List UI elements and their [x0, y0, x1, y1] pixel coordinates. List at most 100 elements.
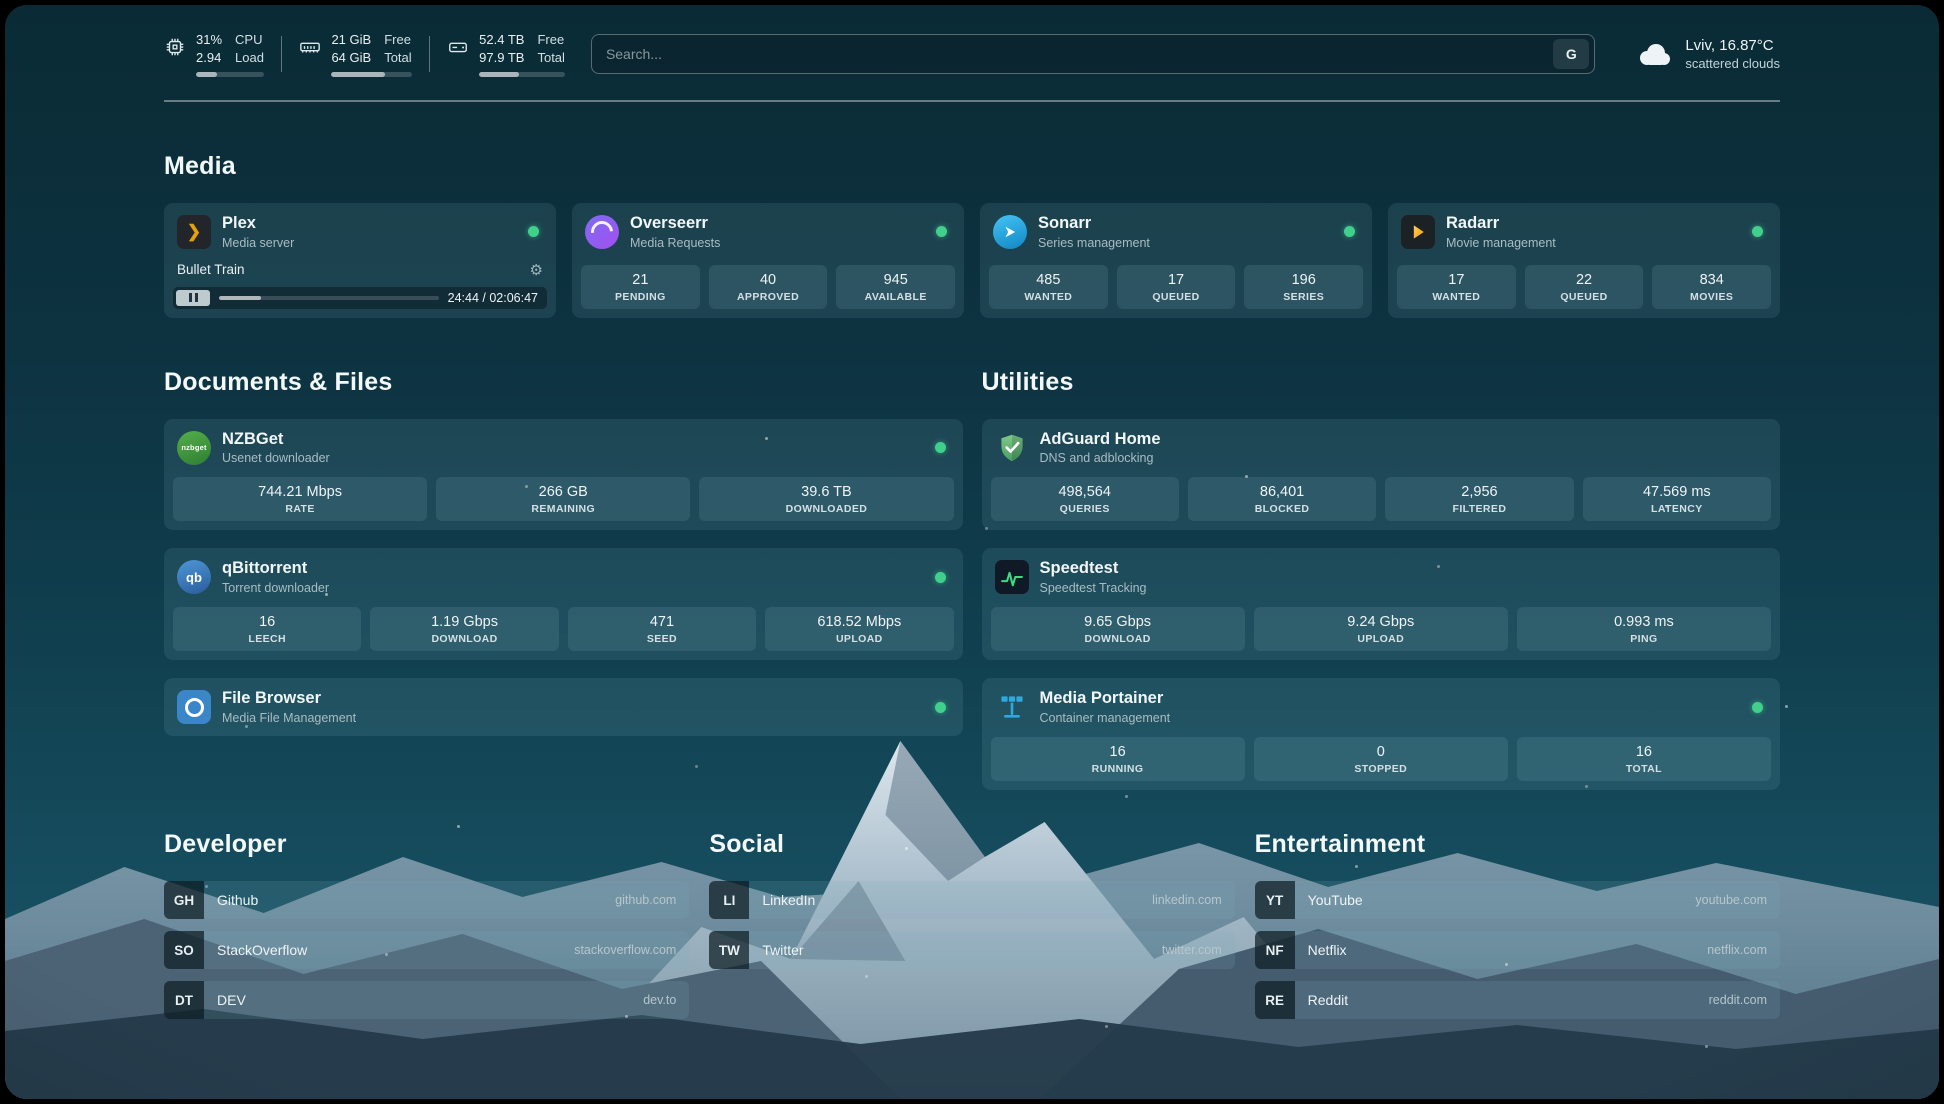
service-card-radarr: Radarr Movie management 17WANTED 22QUEUE…	[1388, 203, 1780, 318]
pause-button[interactable]	[176, 290, 210, 306]
stackoverflow-icon: SO	[164, 931, 204, 969]
service-name: Media Portainer	[1040, 689, 1171, 709]
bookmark-label: Github	[217, 892, 258, 908]
service-card-portainer: Media Portainer Container management 16R…	[982, 678, 1781, 790]
stat-queued: 22QUEUED	[1525, 265, 1644, 309]
service-description: Speedtest Tracking	[1040, 581, 1147, 595]
service-name: File Browser	[222, 689, 356, 709]
section-title-utilities: Utilities	[982, 368, 1781, 397]
bookmark-netflix[interactable]: NF Netflix netflix.com	[1255, 931, 1780, 969]
bookmark-url: linkedin.com	[1152, 893, 1221, 907]
disk-free-label: Free	[537, 31, 564, 49]
service-link-overseerr[interactable]: Overseerr Media Requests	[581, 212, 955, 252]
radarr-icon	[1401, 215, 1435, 249]
bookmark-url: reddit.com	[1709, 993, 1767, 1007]
stat-upload: 9.24 GbpsUPLOAD	[1254, 607, 1508, 651]
stat-filtered: 2,956FILTERED	[1385, 477, 1573, 521]
stat-stopped: 0STOPPED	[1254, 737, 1508, 781]
playback-progress-bar[interactable]	[219, 296, 439, 300]
search-provider-button[interactable]: G	[1553, 39, 1589, 69]
section-title-documents: Documents & Files	[164, 368, 963, 397]
bookmark-twitter[interactable]: TW Twitter twitter.com	[709, 931, 1234, 969]
bookmark-stackoverflow[interactable]: SO StackOverflow stackoverflow.com	[164, 931, 689, 969]
stat-wanted: 17WANTED	[1397, 265, 1516, 309]
service-description: Torrent downloader	[222, 581, 329, 595]
stat-seed: 471SEED	[568, 607, 756, 651]
bookmark-reddit[interactable]: RE Reddit reddit.com	[1255, 981, 1780, 1019]
status-dot	[528, 226, 539, 237]
cpu-icon	[164, 36, 186, 58]
stat-blocked: 86,401BLOCKED	[1188, 477, 1376, 521]
stat-download: 1.19 GbpsDOWNLOAD	[370, 607, 558, 651]
qbittorrent-icon: qb	[177, 560, 211, 594]
stat-leech: 16LEECH	[173, 607, 361, 651]
playback-time: 24:44 / 02:06:47	[448, 291, 538, 305]
service-card-filebrowser: File Browser Media File Management	[164, 678, 963, 736]
service-card-adguard: AdGuard Home DNS and adblocking 498,564Q…	[982, 419, 1781, 531]
service-link-sonarr[interactable]: Sonarr Series management	[989, 212, 1363, 252]
status-dot	[936, 226, 947, 237]
stat-upload: 618.52 MbpsUPLOAD	[765, 607, 953, 651]
bookmark-url: dev.to	[643, 993, 676, 1007]
divider	[429, 36, 431, 72]
filebrowser-icon	[177, 690, 211, 724]
bookmark-label: YouTube	[1308, 892, 1363, 908]
status-dot	[1752, 226, 1763, 237]
gear-icon[interactable]: ⚙	[530, 261, 543, 279]
bookmark-github[interactable]: GH Github github.com	[164, 881, 689, 919]
stat-total: 16TOTAL	[1517, 737, 1771, 781]
cloud-icon	[1633, 39, 1673, 69]
stat-running: 16RUNNING	[991, 737, 1245, 781]
adguard-icon	[995, 431, 1029, 465]
status-dot	[935, 702, 946, 713]
dashboard-screen: 31% 2.94 CPU Load	[5, 5, 1939, 1099]
disk-total-value: 97.9 TB	[479, 49, 524, 67]
weather-location: Lviv, 16.87°C	[1685, 37, 1780, 54]
service-link-portainer[interactable]: Media Portainer Container management	[991, 687, 1772, 727]
now-playing-title: Bullet Train	[177, 262, 245, 277]
service-name: AdGuard Home	[1040, 430, 1161, 450]
service-description: Container management	[1040, 711, 1171, 725]
bookmark-label: LinkedIn	[762, 892, 815, 908]
service-link-nzbget[interactable]: nzbget NZBGet Usenet downloader	[173, 428, 954, 468]
stat-downloaded: 39.6 TBDOWNLOADED	[699, 477, 953, 521]
bookmark-label: StackOverflow	[217, 942, 307, 958]
service-card-sonarr: Sonarr Series management 485WANTED 17QUE…	[980, 203, 1372, 318]
service-description: Media File Management	[222, 711, 356, 725]
bookmark-label: Netflix	[1308, 942, 1347, 958]
bookmark-youtube[interactable]: YT YouTube youtube.com	[1255, 881, 1780, 919]
service-card-nzbget: nzbget NZBGet Usenet downloader 744.21 M…	[164, 419, 963, 531]
service-link-adguard[interactable]: AdGuard Home DNS and adblocking	[991, 428, 1772, 468]
status-dot	[935, 572, 946, 583]
bookmark-dev[interactable]: DT DEV dev.to	[164, 981, 689, 1019]
bookmark-label: Twitter	[762, 942, 803, 958]
service-link-plex[interactable]: ❯ Plex Media server	[173, 212, 547, 252]
service-description: DNS and adblocking	[1040, 451, 1161, 465]
stat-wanted: 485WANTED	[989, 265, 1108, 309]
stat-remaining: 266 GBREMAINING	[436, 477, 690, 521]
bookmark-url: youtube.com	[1695, 893, 1767, 907]
service-link-filebrowser[interactable]: File Browser Media File Management	[173, 687, 954, 727]
bookmark-group-social: Social LI LinkedIn linkedin.com TW Twitt…	[709, 830, 1234, 1019]
bookmark-label: DEV	[217, 992, 246, 1008]
service-link-qbittorrent[interactable]: qb qBittorrent Torrent downloader	[173, 557, 954, 597]
stat-ping: 0.993 msPING	[1517, 607, 1771, 651]
cpu-usage-value: 31%	[196, 31, 222, 49]
stat-available: 945AVAILABLE	[836, 265, 955, 309]
service-name: NZBGet	[222, 430, 330, 450]
service-description: Media Requests	[630, 236, 720, 250]
memory-resource-widget: 21 GiB 64 GiB Free Total	[299, 31, 411, 77]
stat-pending: 21PENDING	[581, 265, 700, 309]
section-title-entertainment: Entertainment	[1255, 830, 1780, 859]
cpu-resource-widget: 31% 2.94 CPU Load	[164, 31, 264, 77]
search-input[interactable]	[606, 46, 1553, 62]
top-bar: 31% 2.94 CPU Load	[164, 31, 1780, 77]
service-link-radarr[interactable]: Radarr Movie management	[1397, 212, 1771, 252]
service-link-speedtest[interactable]: Speedtest Speedtest Tracking	[991, 557, 1772, 597]
nzbget-icon: nzbget	[177, 431, 211, 465]
memory-free-label: Free	[384, 31, 411, 49]
github-icon: GH	[164, 881, 204, 919]
search-bar[interactable]: G	[591, 34, 1595, 74]
bookmark-group-developer: Developer GH Github github.com SO StackO…	[164, 830, 689, 1019]
bookmark-linkedin[interactable]: LI LinkedIn linkedin.com	[709, 881, 1234, 919]
